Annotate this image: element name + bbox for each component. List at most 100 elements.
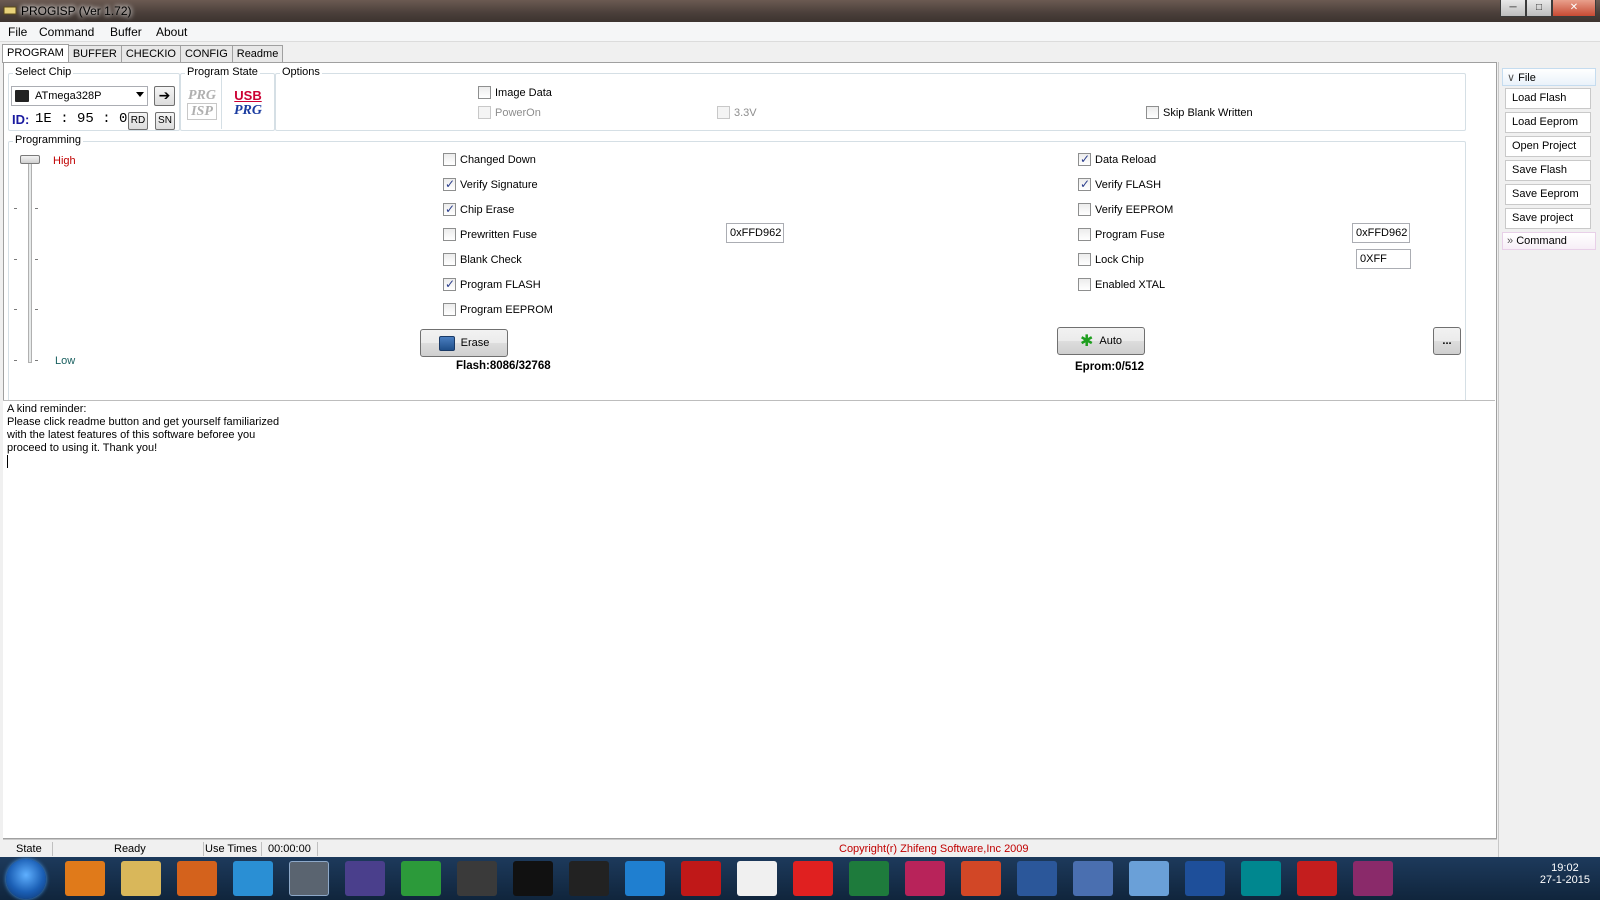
priority-slider-thumb[interactable] <box>20 155 40 164</box>
poweron-checkbox[interactable]: PowerOn <box>478 106 541 119</box>
auto-button[interactable]: ✱ Auto <box>1057 327 1145 355</box>
save-eeprom-button[interactable]: Save Eeprom <box>1505 184 1591 205</box>
save-flash-button[interactable]: Save Flash <box>1505 160 1591 181</box>
program-fuse-checkbox[interactable]: Program Fuse <box>1078 228 1165 241</box>
winrar-icon[interactable] <box>1353 861 1393 896</box>
v33-box <box>717 106 730 119</box>
status-bar: State Ready Use Times 00:00:00 Copyright… <box>3 839 1497 857</box>
blank-check-checkbox[interactable]: Blank Check <box>443 253 522 266</box>
eclipse-icon[interactable] <box>345 861 385 896</box>
menu-file[interactable]: File <box>8 25 27 39</box>
menu-buffer[interactable]: Buffer <box>110 25 142 39</box>
firefox-icon[interactable] <box>177 861 217 896</box>
program-state-label: Program State <box>185 66 260 78</box>
image-data-checkbox[interactable]: Image Data <box>478 86 552 99</box>
cube-icon[interactable] <box>1129 861 1169 896</box>
tab-strip: PROGRAM BUFFER CHECKIO CONFIG Readme <box>2 44 284 63</box>
app-r-icon[interactable] <box>737 861 777 896</box>
media-player-icon[interactable] <box>625 861 665 896</box>
lock-value-field[interactable]: 0XFF <box>1356 249 1411 269</box>
rd-button[interactable]: RD <box>128 112 148 130</box>
verify-flash-checkbox[interactable]: Verify FLASH <box>1078 177 1161 191</box>
app-doc-icon[interactable] <box>1073 861 1113 896</box>
chip-erase-checkbox[interactable]: Chip Erase <box>443 202 514 216</box>
arrow-right-icon: ➔ <box>158 87 171 103</box>
state-value: Ready <box>114 843 146 855</box>
v33-checkbox[interactable]: 3.3V <box>717 106 757 119</box>
app-green-icon[interactable] <box>401 861 441 896</box>
lock-chip-label: Lock Chip <box>1095 253 1144 266</box>
powershell-icon[interactable] <box>1185 861 1225 896</box>
poweron-label: PowerOn <box>495 106 541 119</box>
app-a-icon[interactable] <box>457 861 497 896</box>
start-button[interactable] <box>6 859 46 899</box>
changed-down-checkbox[interactable]: Changed Down <box>443 153 536 166</box>
tab-checkio[interactable]: CHECKIO <box>120 45 181 63</box>
command-section-header[interactable]: » Command <box>1502 232 1596 250</box>
load-eeprom-button[interactable]: Load Eeprom <box>1505 112 1591 133</box>
app-pd-icon[interactable] <box>569 861 609 896</box>
sn-button[interactable]: SN <box>155 112 175 130</box>
file-section-header[interactable]: ∨ File <box>1502 68 1596 86</box>
cmd-icon[interactable] <box>513 861 553 896</box>
menu-about[interactable]: About <box>156 25 187 39</box>
blank-check-label: Blank Check <box>460 253 522 266</box>
lock-chip-checkbox[interactable]: Lock Chip <box>1078 253 1144 266</box>
enabled-xtal-checkbox[interactable]: Enabled XTAL <box>1078 278 1165 291</box>
priority-slider-track[interactable] <box>28 155 32 363</box>
tab-buffer[interactable]: BUFFER <box>67 45 122 63</box>
acrobat-icon[interactable] <box>681 861 721 896</box>
save-project-button[interactable]: Save project <box>1505 208 1591 229</box>
arduino-icon[interactable] <box>1241 861 1281 896</box>
verify-eeprom-checkbox[interactable]: Verify EEPROM <box>1078 203 1173 216</box>
apply-chip-button[interactable]: ➔ <box>154 86 175 106</box>
access-icon[interactable] <box>905 861 945 896</box>
select-chip-group: Select Chip ATmega328P ➔ ID: 1E : 95 : 0… <box>8 66 180 131</box>
status-divider <box>261 842 262 856</box>
outlook-icon[interactable] <box>65 861 105 896</box>
verify-signature-checkbox[interactable]: Verify Signature <box>443 177 538 191</box>
more-button[interactable]: ... <box>1433 327 1461 355</box>
prg-isp-logo: PRG ISP <box>187 88 217 124</box>
system-clock[interactable]: 19:02 27-1-2015 <box>1540 862 1590 886</box>
program-eeprom-checkbox[interactable]: Program EEPROM <box>443 303 553 316</box>
prewritten-fuse-field[interactable]: 0xFFD962 <box>726 223 784 243</box>
programming-group: Programming <box>8 134 1466 439</box>
program-eeprom-box <box>443 303 456 316</box>
powerpoint-icon[interactable] <box>961 861 1001 896</box>
message-log[interactable]: A kind reminder: Please click readme but… <box>3 400 1495 838</box>
program-flash-box <box>443 277 456 291</box>
chip-icon <box>15 90 29 102</box>
excel-icon[interactable] <box>849 861 889 896</box>
tab-config[interactable]: CONFIG <box>179 45 233 63</box>
maximize-button[interactable]: □ <box>1526 0 1552 17</box>
log-line: A kind reminder: <box>7 403 87 415</box>
word-icon[interactable] <box>1017 861 1057 896</box>
load-flash-button[interactable]: Load Flash <box>1505 88 1591 109</box>
program-flash-checkbox[interactable]: Program FLASH <box>443 277 541 291</box>
log-line: proceed to using it. Thank you! <box>7 442 158 454</box>
chip-select[interactable]: ATmega328P <box>11 86 148 106</box>
minimize-button[interactable]: ─ <box>1500 0 1526 17</box>
skip-blank-checkbox[interactable]: Skip Blank Written <box>1146 106 1253 119</box>
changed-down-label: Changed Down <box>460 153 536 166</box>
progisp-icon[interactable] <box>289 861 329 896</box>
verify-eeprom-label: Verify EEPROM <box>1095 203 1174 216</box>
menu-bar: File Command Buffer About <box>0 22 1600 42</box>
pdf-icon[interactable] <box>1297 861 1337 896</box>
tab-readme[interactable]: Readme <box>231 45 284 63</box>
app-c-icon[interactable] <box>793 861 833 896</box>
program-fuse-field[interactable]: 0xFFD962 <box>1352 223 1410 243</box>
use-times-label: Use Times <box>205 843 257 855</box>
open-project-button[interactable]: Open Project <box>1505 136 1591 157</box>
tab-program[interactable]: PROGRAM <box>2 44 69 63</box>
erase-button[interactable]: Erase <box>420 329 508 357</box>
menu-command[interactable]: Command <box>39 25 94 39</box>
data-reload-checkbox[interactable]: Data Reload <box>1078 152 1156 166</box>
close-button[interactable]: ✕ <box>1552 0 1596 17</box>
chip-value: ATmega328P <box>35 90 102 102</box>
prewritten-fuse-checkbox[interactable]: Prewritten Fuse <box>443 228 537 241</box>
app-d-icon[interactable] <box>233 861 273 896</box>
explorer-icon[interactable] <box>121 861 161 896</box>
slider-tick <box>14 309 17 310</box>
